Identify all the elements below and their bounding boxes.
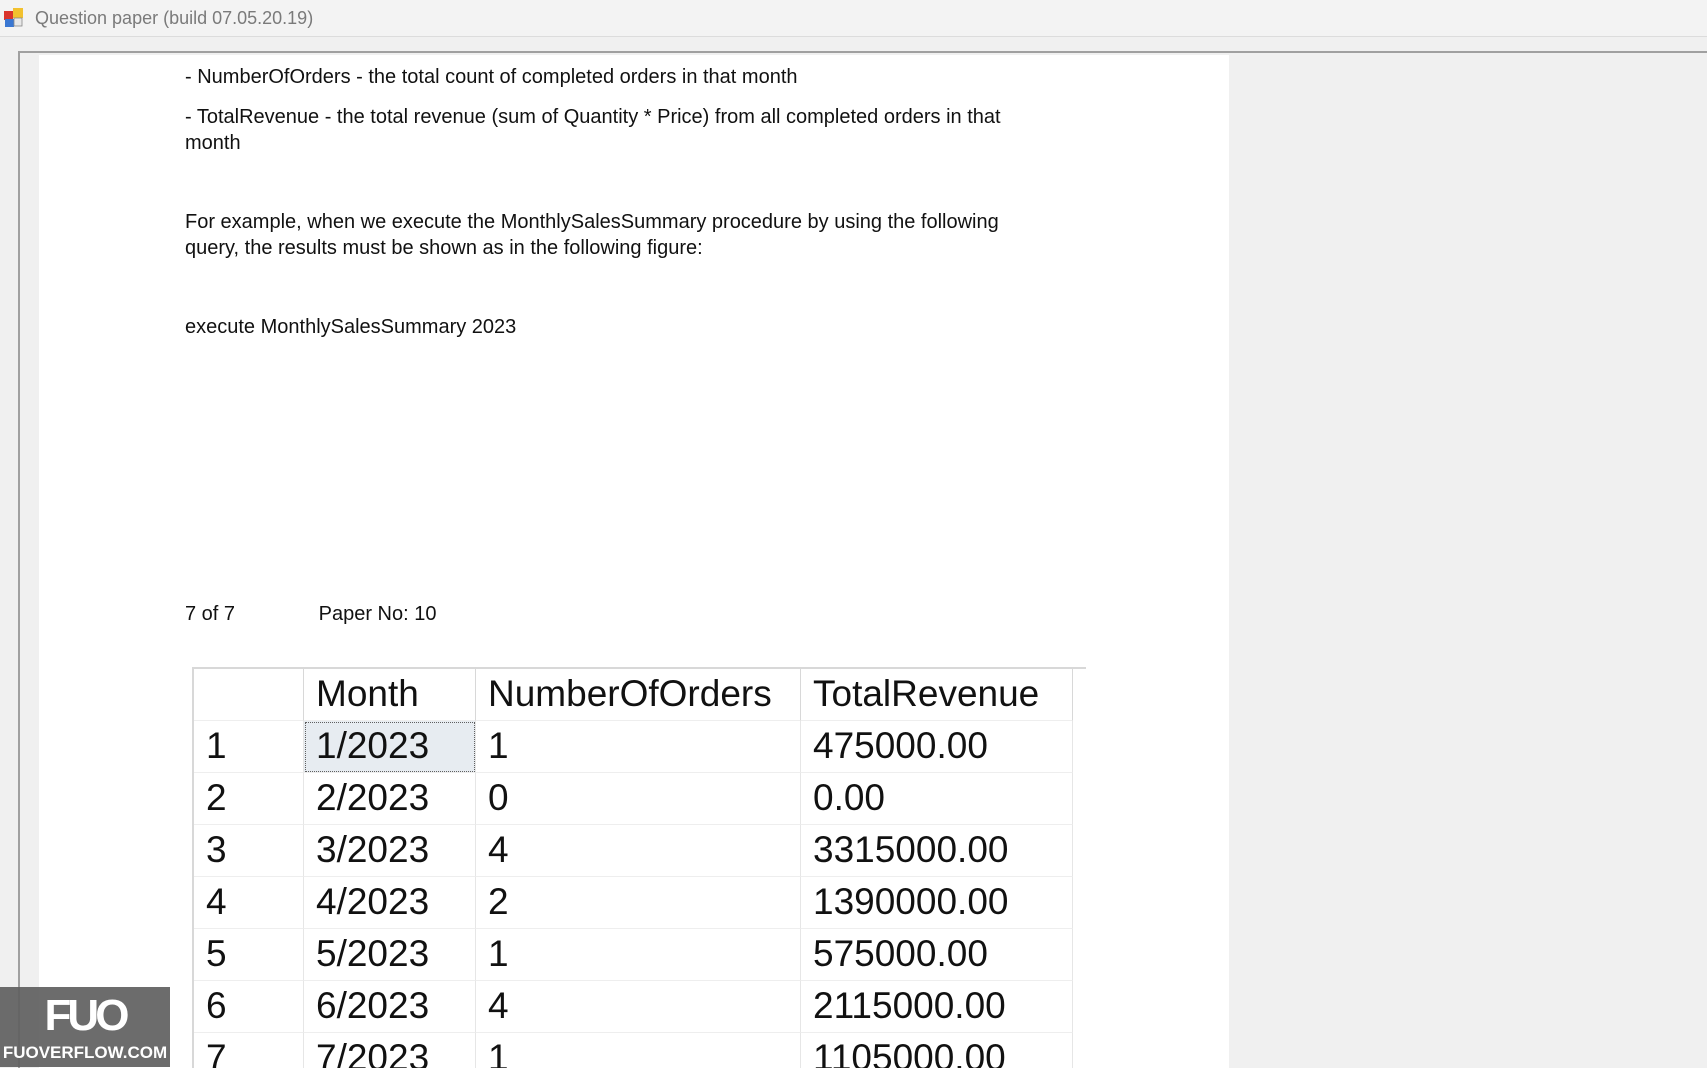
row-number[interactable]: 6 [194,981,304,1033]
grid-header-rownum [194,669,304,721]
grid-header-month[interactable]: Month [304,669,476,721]
revenue-cell[interactable]: 2115000.00 [801,981,1073,1033]
question-paper-window: Question paper (build 07.05.20.19) - Num… [0,0,1707,1068]
table-row: 1 1/2023 1 475000.00 [194,721,1073,773]
table-row: 7 7/2023 1 1105000.00 [194,1033,1073,1068]
table-row: 5 5/2023 1 575000.00 [194,929,1073,981]
doc-line-example: For example, when we execute the Monthly… [185,211,999,233]
orders-cell[interactable]: 1 [476,721,801,773]
month-cell[interactable]: 4/2023 [304,877,476,929]
document-page: - NumberOfOrders - the total count of co… [39,55,1229,1068]
page-number: 7 of 7 [185,603,236,625]
table-row: 2 2/2023 0 0.00 [194,773,1073,825]
watermark-site: FUOVERFLOW.COM [2,1043,168,1062]
revenue-cell[interactable]: 0.00 [801,773,1073,825]
doc-line-example-cont: query, the results must be shown as in t… [185,237,703,259]
orders-cell[interactable]: 0 [476,773,801,825]
table-row: 6 6/2023 4 2115000.00 [194,981,1073,1033]
row-number[interactable]: 4 [194,877,304,929]
month-cell[interactable]: 7/2023 [304,1033,476,1068]
viewer-margin [20,53,39,1068]
revenue-cell[interactable]: 575000.00 [801,929,1073,981]
row-number[interactable]: 7 [194,1033,304,1068]
orders-cell[interactable]: 1 [476,929,801,981]
grid-header-row: Month NumberOfOrders TotalRevenue [194,669,1073,721]
doc-line-execute-query: execute MonthlySalesSummary 2023 [185,316,517,338]
document-viewer[interactable]: - NumberOfOrders - the total count of co… [18,51,1707,1068]
doc-line-total-revenue-cont: month [185,132,241,154]
row-number[interactable]: 3 [194,825,304,877]
revenue-cell[interactable]: 3315000.00 [801,825,1073,877]
window-title: Question paper (build 07.05.20.19) [35,8,314,28]
table-row: 3 3/2023 4 3315000.00 [194,825,1073,877]
month-cell[interactable]: 2/2023 [304,773,476,825]
row-number[interactable]: 1 [194,721,304,773]
month-cell[interactable]: 5/2023 [304,929,476,981]
month-cell[interactable]: 6/2023 [304,981,476,1033]
revenue-cell[interactable]: 1390000.00 [801,877,1073,929]
client-area: - NumberOfOrders - the total count of co… [0,36,1707,1068]
orders-cell[interactable]: 4 [476,981,801,1033]
doc-line-number-of-orders: - NumberOfOrders - the total count of co… [185,66,798,88]
table-row: 4 4/2023 2 1390000.00 [194,877,1073,929]
orders-cell[interactable]: 4 [476,825,801,877]
row-number[interactable]: 5 [194,929,304,981]
title-bar: Question paper (build 07.05.20.19) [0,0,1707,36]
result-grid: Month NumberOfOrders TotalRevenue 1 1/20… [192,667,1086,1068]
orders-cell[interactable]: 1 [476,1033,801,1068]
revenue-cell[interactable]: 1105000.00 [801,1033,1073,1068]
row-number[interactable]: 2 [194,773,304,825]
page-footer: 7 of 7 Paper No: 10 [185,603,436,626]
app-icon [4,8,23,27]
revenue-cell[interactable]: 475000.00 [801,721,1073,773]
grid-header-number-of-orders[interactable]: NumberOfOrders [476,669,801,721]
watermark-logo: FUO [44,991,130,1040]
paper-number: Paper No: 10 [318,603,437,625]
doc-line-total-revenue: - TotalRevenue - the total revenue (sum … [185,106,1001,128]
watermark-badge: FUO FUOVERFLOW.COM [0,987,170,1067]
grid-header-total-revenue[interactable]: TotalRevenue [801,669,1073,721]
month-cell-selected[interactable]: 1/2023 [304,721,476,773]
month-cell[interactable]: 3/2023 [304,825,476,877]
orders-cell[interactable]: 2 [476,877,801,929]
